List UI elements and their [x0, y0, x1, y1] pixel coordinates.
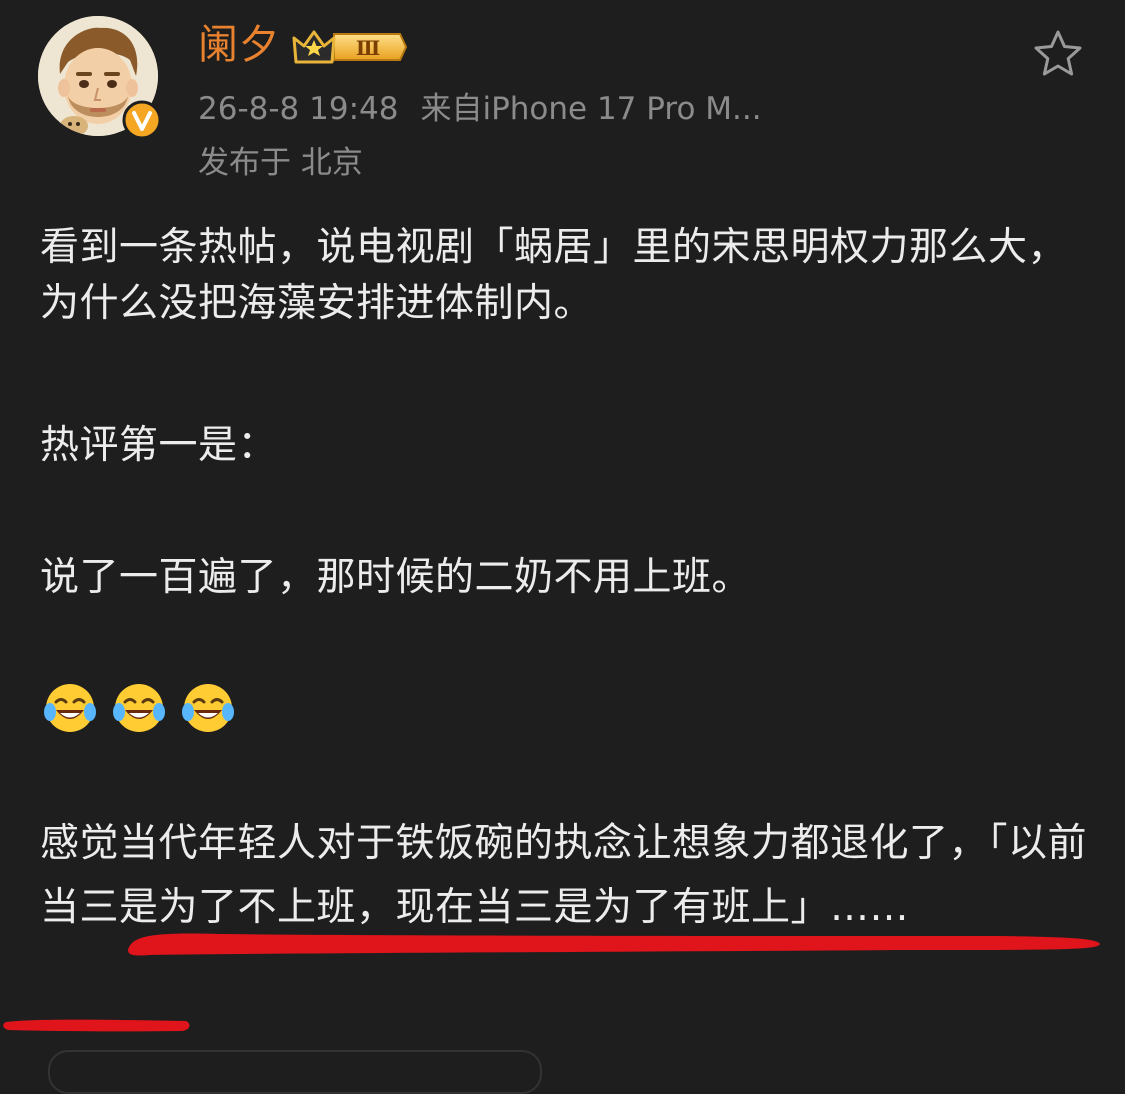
star-outline-icon[interactable] [1032, 28, 1084, 80]
post-paragraph-2: 热评第一是： [40, 423, 278, 468]
post-paragraph-3: 说了一百遍了，那时候的二奶不用上班。 [40, 555, 752, 600]
bottom-card-edge [48, 1050, 542, 1094]
laugh-cry-emoji-icon [113, 684, 166, 732]
avatar[interactable] [38, 16, 162, 140]
weibo-post: 阑夕 Ⅲ 26-8-8 19:48 来自iPhone 17 Pro M... 发布… [0, 0, 1125, 1094]
post-paragraph-4: 感觉当代年轻人对于铁饭碗的执念让想象力都退化了，「以前当三是为了不上班，现在当三… [40, 821, 1088, 930]
post-timestamp: 26-8-8 19:48 [198, 91, 399, 127]
verified-v-icon [122, 100, 162, 140]
badge-level: Ⅲ [356, 36, 380, 60]
post-meta: 26-8-8 19:48 来自iPhone 17 Pro M... [198, 88, 762, 130]
laugh-cry-emoji-icon [44, 684, 96, 732]
post-source: 来自iPhone 17 Pro M... [420, 91, 762, 127]
vip-crown-badge-icon[interactable]: Ⅲ [290, 26, 408, 68]
laugh-cry-emoji-icon [182, 684, 235, 732]
emoji-row [42, 680, 244, 738]
post-location: 发布于 北京 [198, 145, 363, 181]
post-paragraph-1: 看到一条热帖，说电视剧「蜗居」里的宋思明权力那么大，为什么没把海藻安排进体制内。 [40, 225, 1068, 326]
username[interactable]: 阑夕 [198, 20, 280, 70]
